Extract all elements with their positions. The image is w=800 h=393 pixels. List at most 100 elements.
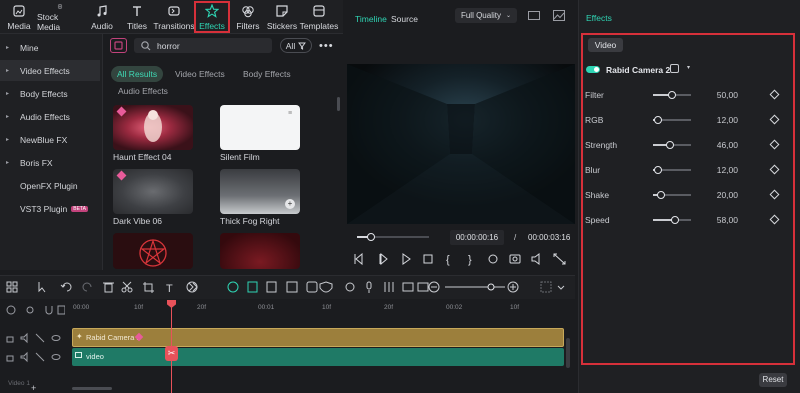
- previous-frame-icon[interactable]: [354, 252, 363, 266]
- ai-copilot-icon[interactable]: [227, 281, 239, 293]
- param-slider-strength[interactable]: [653, 141, 691, 149]
- audio-stretch-icon[interactable]: [402, 282, 414, 292]
- delete-icon[interactable]: [103, 282, 114, 293]
- render-settings-icon[interactable]: [488, 254, 498, 264]
- track-hide-icon[interactable]: [35, 333, 45, 343]
- crop-icon[interactable]: [143, 282, 154, 293]
- zoom-slider[interactable]: [445, 283, 505, 291]
- param-slider-rgb[interactable]: [653, 116, 691, 124]
- effect-thumbnail[interactable]: [113, 233, 193, 269]
- select-tool-icon[interactable]: [38, 282, 46, 293]
- snapshot-icon[interactable]: [509, 254, 521, 264]
- scene-detect-icon[interactable]: [266, 281, 277, 293]
- slider-knob[interactable]: [653, 166, 662, 174]
- tab-timeline[interactable]: Timeline: [355, 14, 387, 24]
- slider-knob[interactable]: [653, 116, 662, 124]
- slider-knob[interactable]: [656, 191, 665, 199]
- toolbar-titles-button[interactable]: Titles: [124, 2, 150, 32]
- audio-mixer-icon[interactable]: [384, 282, 394, 292]
- nav-item-vst3-plugin[interactable]: VST3 Plugin BETA: [0, 198, 100, 219]
- sticker-icon[interactable]: [306, 281, 318, 293]
- microphone-icon[interactable]: [366, 281, 372, 293]
- param-value-speed[interactable]: 58,00: [698, 215, 738, 225]
- text-tool-icon[interactable]: T: [166, 283, 173, 294]
- toolbar-stickers-button[interactable]: Stickers: [267, 2, 297, 32]
- playback-scrubber-handle[interactable]: [366, 233, 375, 241]
- render-preview-icon[interactable]: [417, 282, 429, 292]
- nav-item-video-effects[interactable]: ▸ Video Effects: [0, 60, 100, 81]
- toolbar-stock-media-button[interactable]: Stock Media: [37, 2, 83, 32]
- param-slider-blur[interactable]: [653, 166, 691, 174]
- nav-item-boris-fx[interactable]: ▸ Boris FX: [0, 152, 100, 173]
- tab-source[interactable]: Source: [391, 14, 418, 24]
- timeline-grid-icon[interactable]: [540, 281, 552, 293]
- grid-view-icon[interactable]: [528, 11, 540, 20]
- toolbar-effects-button[interactable]: Effects: [194, 1, 230, 33]
- add-track-button[interactable]: +: [31, 383, 36, 393]
- slider-knob[interactable]: [671, 216, 680, 224]
- play-icon[interactable]: [402, 253, 411, 265]
- auto-ripple-icon[interactable]: [247, 281, 258, 293]
- mark-out-icon[interactable]: }: [468, 254, 472, 266]
- library-scrollbar[interactable]: [337, 97, 340, 111]
- nav-item-openfx-plugin[interactable]: OpenFX Plugin: [0, 175, 100, 196]
- stop-icon[interactable]: [423, 254, 433, 264]
- tab-audio-effects[interactable]: Audio Effects: [118, 86, 168, 96]
- more-options-icon[interactable]: •••: [319, 40, 334, 52]
- track-visibility-icon[interactable]: [51, 335, 61, 341]
- track-lock-icon[interactable]: [6, 355, 14, 362]
- param-value-blur[interactable]: 12,00: [698, 165, 738, 175]
- filter-dropdown[interactable]: All: [280, 38, 312, 53]
- link-icon[interactable]: [26, 306, 34, 314]
- shield-icon[interactable]: [319, 281, 333, 293]
- param-slider-speed[interactable]: [653, 216, 691, 224]
- layout-grid-icon[interactable]: [6, 281, 18, 293]
- nav-item-audio-effects[interactable]: ▸ Audio Effects: [0, 106, 100, 127]
- tab-video-effects[interactable]: Video Effects: [175, 69, 225, 79]
- add-icon[interactable]: +: [285, 199, 295, 209]
- playback-progress[interactable]: [357, 233, 429, 241]
- playhead-split-scissors-icon[interactable]: ✂: [165, 346, 178, 361]
- effect-thumbnail[interactable]: [220, 233, 300, 269]
- effect-clip[interactable]: ✦ Rabid Camera 2: [72, 328, 564, 347]
- redo-icon[interactable]: [82, 282, 92, 292]
- video-clip[interactable]: video: [72, 348, 564, 366]
- track-audio-icon[interactable]: [20, 332, 28, 344]
- marker-icon[interactable]: [345, 282, 355, 292]
- nav-item-mine[interactable]: ▸ Mine: [0, 37, 100, 58]
- zoom-out-icon[interactable]: [428, 281, 440, 293]
- horizontal-scrollbar[interactable]: [72, 387, 112, 390]
- tab-video[interactable]: Video: [588, 38, 623, 52]
- zoom-in-icon[interactable]: [507, 281, 519, 293]
- add-track-icon[interactable]: [6, 305, 16, 315]
- search-input[interactable]: horror: [134, 38, 272, 53]
- track-manager-icon[interactable]: [57, 305, 65, 315]
- chevron-down-icon[interactable]: ▾: [687, 64, 690, 71]
- track-hide-icon[interactable]: [35, 352, 45, 362]
- vertical-scrollbar[interactable]: [566, 338, 570, 368]
- mark-in-icon[interactable]: {: [446, 254, 450, 266]
- toolbar-audio-button[interactable]: Audio: [87, 2, 117, 32]
- toolbar-media-button[interactable]: Media: [5, 2, 33, 32]
- track-lock-icon[interactable]: [6, 336, 14, 343]
- quality-dropdown[interactable]: Full Quality ⌄: [455, 8, 517, 23]
- param-value-strength[interactable]: 46,00: [698, 140, 738, 150]
- fullscreen-icon[interactable]: [553, 253, 566, 265]
- volume-icon[interactable]: [531, 253, 540, 265]
- tab-all-results[interactable]: All Results: [111, 66, 164, 82]
- image-icon[interactable]: [286, 281, 298, 293]
- tab-body-effects[interactable]: Body Effects: [243, 69, 291, 79]
- library-view-toggle[interactable]: [110, 38, 127, 53]
- speed-icon[interactable]: [186, 281, 198, 293]
- toolbar-filters-button[interactable]: Filters: [234, 2, 262, 32]
- split-scissors-icon[interactable]: [121, 281, 133, 293]
- toolbar-templates-button[interactable]: Templates: [300, 2, 338, 32]
- nav-item-body-effects[interactable]: ▸ Body Effects: [0, 83, 100, 104]
- snapshot-image-icon[interactable]: [553, 10, 565, 21]
- chevron-down-icon[interactable]: [557, 285, 565, 290]
- param-value-shake[interactable]: 20,00: [698, 190, 738, 200]
- next-frame-icon[interactable]: [379, 252, 388, 266]
- param-slider-shake[interactable]: [653, 191, 691, 199]
- effect-enable-toggle[interactable]: [586, 66, 600, 73]
- reset-button[interactable]: Reset: [759, 373, 787, 387]
